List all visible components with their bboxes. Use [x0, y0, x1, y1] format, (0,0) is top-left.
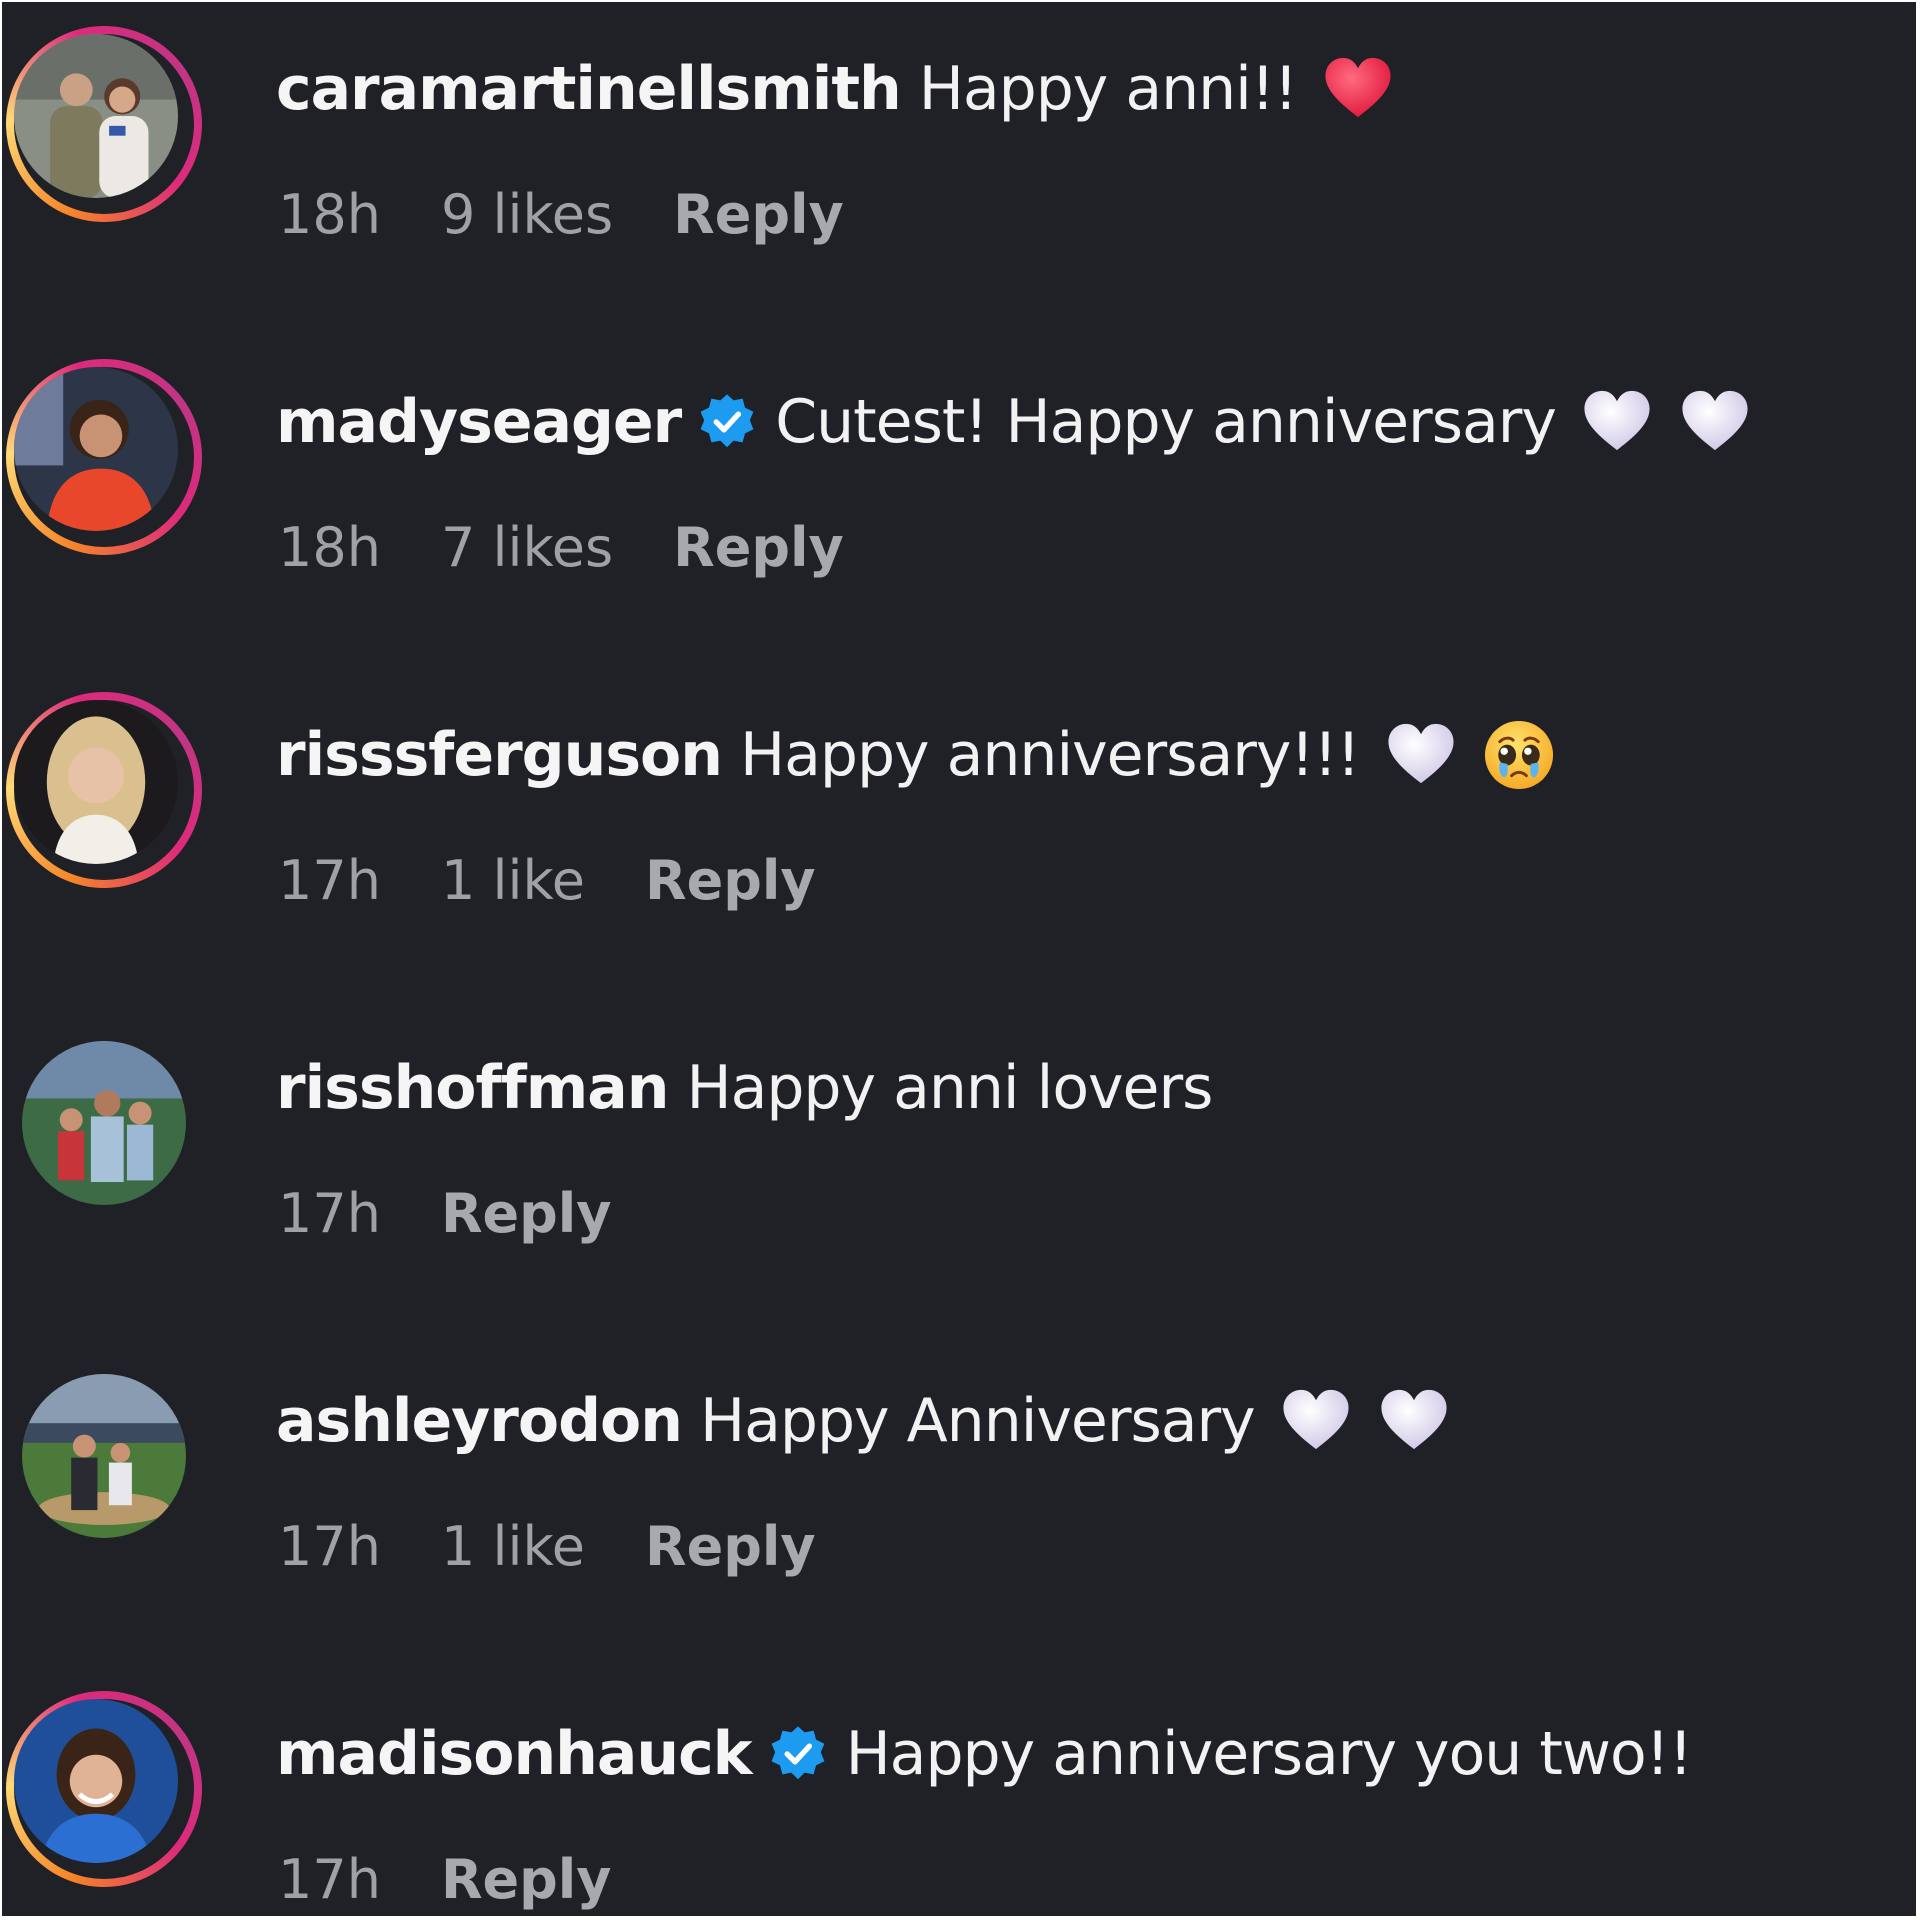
username[interactable]: madisonhauck: [276, 1719, 753, 1789]
red-heart-icon: [1321, 52, 1395, 126]
verified-badge-icon: [697, 392, 757, 452]
comment-text-line: risshoffman Happy anni lovers: [276, 1043, 1213, 1133]
comment-text-line: madisonhauck Happy anniversary you two!!: [276, 1709, 1693, 1799]
username[interactable]: risshoffman: [276, 1053, 669, 1123]
verified-badge-icon: [768, 1724, 828, 1784]
comment-meta: 17h Reply: [278, 1839, 672, 1916]
comment-item: madyseager Cutest! Happy anniversary 18h…: [2, 335, 1916, 635]
reply-button[interactable]: Reply: [441, 1848, 612, 1911]
comment-text-line: caramartinellsmith Happy anni!!: [276, 44, 1395, 134]
likes-count[interactable]: 7 likes: [441, 516, 613, 579]
white-heart-icon: [1279, 1384, 1353, 1458]
white-heart-icon: [1377, 1384, 1451, 1458]
comment-item: madisonhauck Happy anniversary you two!!…: [2, 1667, 1916, 1916]
avatar[interactable]: [14, 34, 178, 198]
avatar[interactable]: [14, 700, 178, 864]
comment-item: caramartinellsmith Happy anni!! 18h 9 li…: [2, 2, 1916, 302]
timestamp: 17h: [278, 1181, 381, 1245]
avatar[interactable]: [22, 1041, 186, 1205]
comments-panel: caramartinellsmith Happy anni!! 18h 9 li…: [2, 2, 1916, 1916]
comment-body: Cutest! Happy anniversary: [775, 387, 1557, 457]
timestamp: 17h: [278, 1847, 381, 1911]
likes-count[interactable]: 1 like: [441, 1515, 585, 1578]
timestamp: 18h: [278, 182, 381, 246]
comment-body: Happy anniversary!!!: [740, 720, 1361, 790]
story-ring[interactable]: [6, 26, 202, 222]
comment-body: Happy anni!!: [918, 54, 1298, 124]
avatar-container[interactable]: [6, 1025, 202, 1221]
comment-meta: 17h Reply: [278, 1173, 672, 1253]
comment-item: risshoffman Happy anni lovers 17h Reply: [2, 1001, 1916, 1301]
comment-text-line: madyseager Cutest! Happy anniversary: [276, 377, 1752, 467]
reply-button[interactable]: Reply: [441, 1182, 612, 1245]
comment-body: Happy Anniversary: [699, 1386, 1256, 1456]
white-heart-icon: [1678, 385, 1752, 459]
comment-meta: 17h 1 like Reply: [278, 1506, 876, 1586]
avatar[interactable]: [14, 367, 178, 531]
pleading-face-icon: [1482, 718, 1556, 792]
story-ring[interactable]: [6, 692, 202, 888]
avatar[interactable]: [22, 1374, 186, 1538]
username[interactable]: madyseager: [276, 387, 682, 457]
comment-meta: 17h 1 like Reply: [278, 840, 876, 920]
story-ring[interactable]: [6, 1691, 202, 1887]
comment-text-line: risssferguson Happy anniversary!!!: [276, 710, 1556, 800]
timestamp: 17h: [278, 1514, 381, 1578]
white-heart-icon: [1384, 718, 1458, 792]
reply-button[interactable]: Reply: [645, 1515, 816, 1578]
username[interactable]: caramartinellsmith: [276, 54, 902, 124]
timestamp: 18h: [278, 515, 381, 579]
likes-count[interactable]: 1 like: [441, 849, 585, 912]
comment-body: Happy anni lovers: [686, 1053, 1213, 1123]
comment-body: Happy anniversary you two!!: [845, 1719, 1693, 1789]
likes-count[interactable]: 9 likes: [441, 183, 613, 246]
comment-item: ashleyrodon Happy Anniversary 17h 1 like…: [2, 1334, 1916, 1634]
story-ring[interactable]: [6, 359, 202, 555]
avatar[interactable]: [14, 1699, 178, 1863]
reply-button[interactable]: Reply: [673, 516, 844, 579]
white-heart-icon: [1580, 385, 1654, 459]
comment-meta: 18h 9 likes Reply: [278, 174, 904, 254]
comment-text-line: ashleyrodon Happy Anniversary: [276, 1376, 1451, 1466]
timestamp: 17h: [278, 848, 381, 912]
reply-button[interactable]: Reply: [673, 183, 844, 246]
username[interactable]: risssferguson: [276, 720, 723, 790]
reply-button[interactable]: Reply: [645, 849, 816, 912]
username[interactable]: ashleyrodon: [276, 1386, 683, 1456]
comment-item: risssferguson Happy anniversary!!! 17h 1…: [2, 668, 1916, 968]
comment-meta: 18h 7 likes Reply: [278, 507, 904, 587]
avatar-container[interactable]: [6, 1358, 202, 1554]
